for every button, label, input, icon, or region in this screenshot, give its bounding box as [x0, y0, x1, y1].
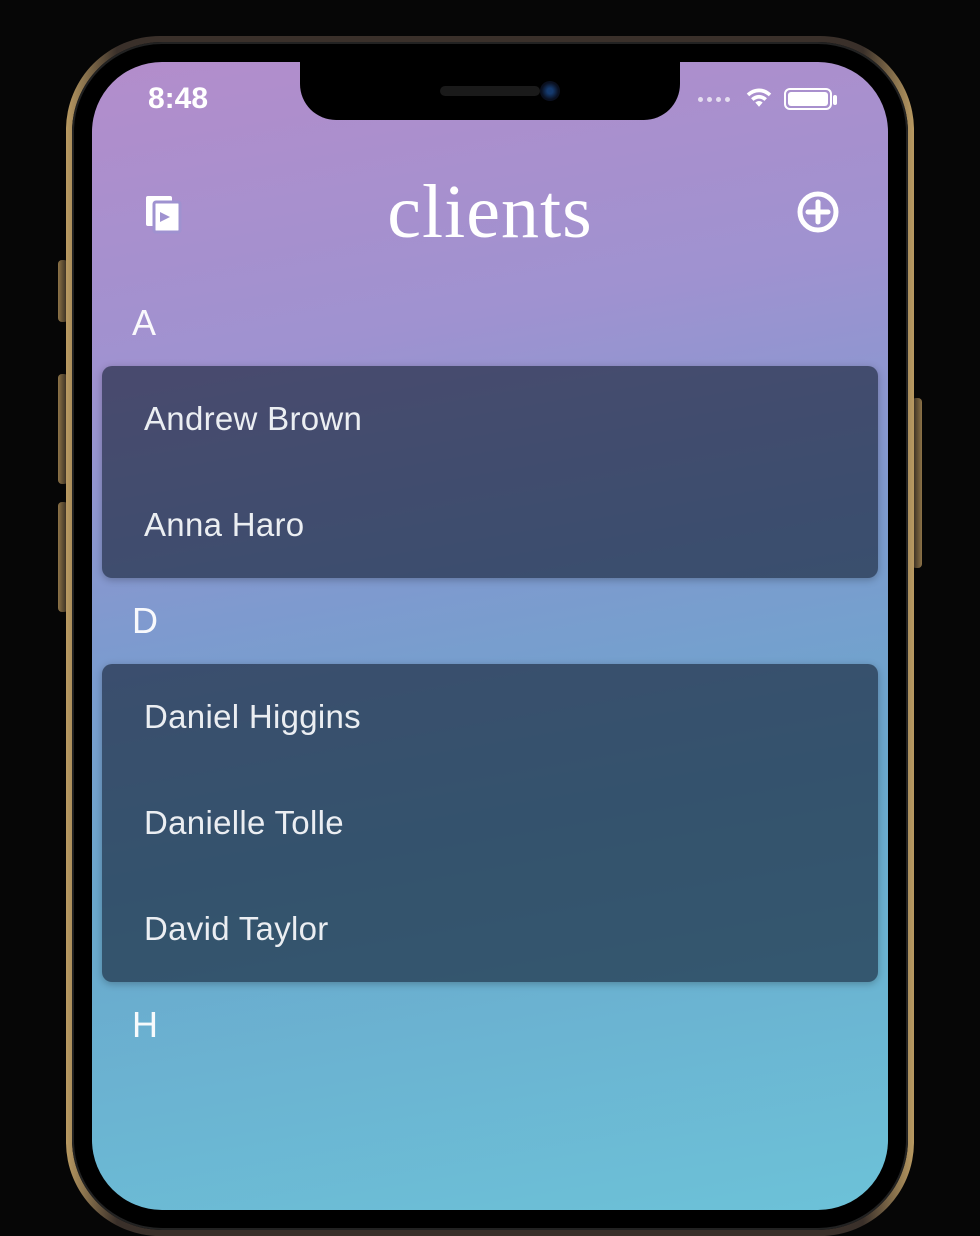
- section-card: Andrew Brown Anna Haro: [102, 366, 878, 578]
- list-item[interactable]: Anna Haro: [102, 472, 878, 578]
- section-header: H: [96, 982, 884, 1068]
- list-item[interactable]: Andrew Brown: [102, 366, 878, 472]
- phone-screen: 8:48: [92, 62, 888, 1210]
- battery-icon: [784, 88, 832, 110]
- page-title: clients: [387, 169, 592, 256]
- list-item[interactable]: Danielle Tolle: [102, 770, 878, 876]
- cellular-icon: [698, 97, 730, 102]
- phone-frame: 8:48: [66, 36, 914, 1236]
- status-bar: 8:48: [92, 62, 888, 136]
- section-card: Daniel Higgins Danielle Tolle David Tayl…: [102, 664, 878, 982]
- wifi-icon: [744, 82, 774, 116]
- section-header: A: [96, 280, 884, 366]
- nav-bar: clients: [92, 162, 888, 262]
- section-header: D: [96, 578, 884, 664]
- list-item[interactable]: David Taylor: [102, 876, 878, 982]
- cards-icon[interactable]: [136, 186, 188, 238]
- status-time: 8:48: [148, 82, 208, 116]
- add-button[interactable]: [792, 186, 844, 238]
- clients-list[interactable]: A Andrew Brown Anna Haro D Daniel Higgin…: [92, 280, 888, 1210]
- list-item[interactable]: Daniel Higgins: [102, 664, 878, 770]
